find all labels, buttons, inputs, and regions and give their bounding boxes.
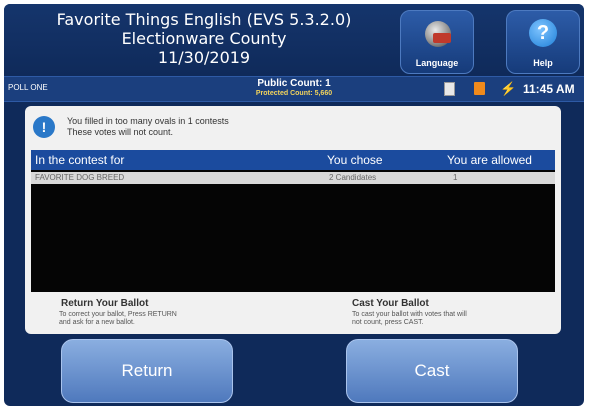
flag-icon (433, 33, 451, 43)
contest-name: FAVORITE DOG BREED (35, 173, 125, 182)
column-header-contest: In the contest for (35, 153, 125, 167)
overvote-message: You filled in too many ovals in 1 contes… (67, 116, 229, 126)
help-label: Help (533, 58, 553, 68)
clock: 11:45 AM (523, 82, 575, 96)
status-bar: POLL ONE Public Count: 1 Protected Count… (4, 76, 584, 102)
return-title: Return Your Ballot (61, 298, 149, 309)
allowed-count: 1 (453, 173, 458, 182)
help-button[interactable]: ? Help (506, 10, 580, 74)
contest-table: In the contest for You chose You are all… (31, 150, 555, 292)
column-header-chose: You chose (327, 153, 383, 167)
protected-count: Protected Count: 5,660 (255, 90, 333, 97)
election-title: Favorite Things English (EVS 5.3.2.0) (56, 10, 352, 29)
return-instructions: To correct your ballot, Press RETURN (59, 311, 177, 318)
cast-button[interactable]: Cast (346, 339, 518, 403)
column-header-allowed: You are allowed (447, 153, 532, 167)
plug-icon: ⚡ (500, 81, 517, 96)
info-icon: ! (33, 116, 55, 138)
overvote-warning: These votes will not count. (67, 127, 174, 137)
cast-title: Cast Your Ballot (352, 298, 429, 309)
return-instructions-2: and ask for a new ballot. (59, 319, 135, 326)
ballot-screen: Favorite Things English (EVS 5.3.2.0) El… (4, 4, 584, 406)
help-icon: ? (529, 19, 557, 47)
document-icon (444, 82, 455, 96)
public-count: Public Count: 1 (257, 78, 331, 89)
save-icon (474, 82, 485, 95)
overvote-message-panel: ! You filled in too many ovals in 1 cont… (25, 106, 561, 334)
return-button[interactable]: Return (61, 339, 233, 403)
language-label: Language (415, 58, 459, 68)
header-bar: Favorite Things English (EVS 5.3.2.0) El… (4, 4, 584, 76)
chosen-count: 2 Candidates (329, 173, 377, 182)
cast-instructions: To cast your ballot with votes that will (352, 311, 467, 318)
county-name: Electionware County (121, 29, 287, 48)
cast-instructions-2: not count, press CAST. (352, 319, 424, 326)
table-header: In the contest for You chose You are all… (31, 150, 555, 170)
election-date: 11/30/2019 (157, 48, 251, 67)
table-row: FAVORITE DOG BREED 2 Candidates 1 (31, 172, 555, 184)
language-button[interactable]: Language (400, 10, 474, 74)
